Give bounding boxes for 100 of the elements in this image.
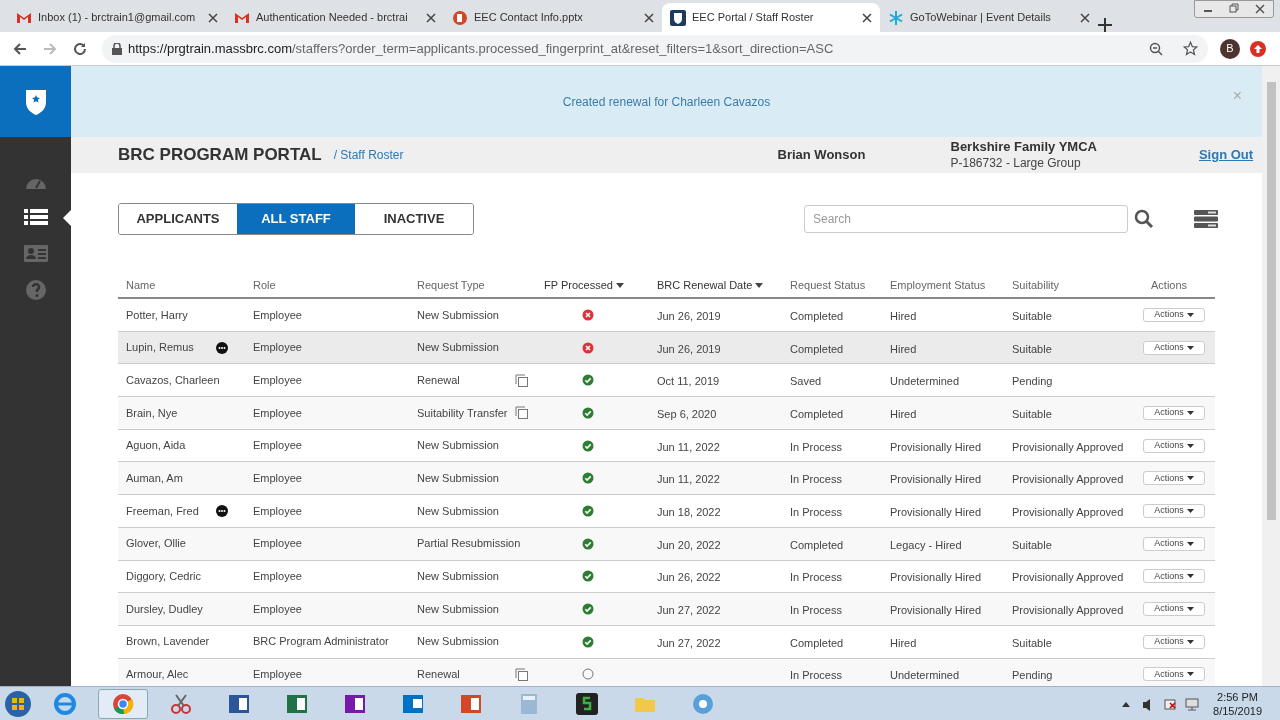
actions-button[interactable]: Actions bbox=[1143, 602, 1205, 617]
search-field[interactable]: Search bbox=[804, 205, 1128, 233]
table-cell: Suitable bbox=[1012, 538, 1052, 551]
actions-button[interactable]: Actions bbox=[1143, 471, 1205, 486]
star-icon[interactable] bbox=[1183, 41, 1198, 56]
table-cell: In Process bbox=[790, 505, 842, 518]
table-cell: Provisionally Approved bbox=[1012, 604, 1124, 617]
app-s-icon[interactable] bbox=[575, 691, 599, 716]
new-tab-icon[interactable] bbox=[1098, 18, 1112, 32]
columns-menu-icon[interactable] bbox=[1194, 210, 1218, 228]
column-header[interactable]: Actions bbox=[1151, 276, 1188, 294]
check-icon bbox=[582, 603, 594, 616]
more-dots-icon[interactable] bbox=[216, 504, 228, 517]
zoom-icon[interactable] bbox=[1149, 41, 1163, 56]
user-name: Brian Wonson bbox=[777, 146, 867, 165]
column-header[interactable]: Employment Status bbox=[890, 276, 986, 294]
view-tab[interactable]: ALL STAFF bbox=[237, 204, 355, 234]
actions-button[interactable]: Actions bbox=[1143, 667, 1205, 682]
table-row[interactable]: Brain, Nye Employee Suitability Transfer Sep 6, 2020 Completed Hired Suitable Actions bbox=[118, 397, 1215, 430]
table-cell-text: Employee bbox=[252, 307, 303, 323]
search-icon[interactable] bbox=[1134, 209, 1154, 229]
reload-icon[interactable] bbox=[72, 40, 88, 57]
table-cell-text: New Submission bbox=[417, 307, 499, 323]
actions-button[interactable]: Actions bbox=[1143, 536, 1205, 551]
check-icon bbox=[582, 504, 594, 517]
close-icon[interactable] bbox=[208, 12, 218, 23]
browser-tab[interactable]: GoToWebinar | Event Details bbox=[880, 3, 1098, 32]
error-icon bbox=[582, 341, 594, 354]
copy-icon[interactable] bbox=[515, 406, 528, 420]
table-cell: Pending bbox=[1012, 375, 1053, 388]
table-cell: Provisionally Hired bbox=[890, 571, 982, 584]
table-cell-text: Employee bbox=[252, 536, 303, 552]
actions-button[interactable]: Actions bbox=[1143, 634, 1205, 649]
close-icon[interactable] bbox=[862, 12, 872, 23]
actions-button[interactable]: Actions bbox=[1143, 569, 1205, 584]
browser-tab[interactable]: Authentication Needed - brctrai bbox=[226, 3, 444, 32]
table-cell: In Process bbox=[790, 473, 842, 486]
table-cell: Jun 26, 2019 bbox=[657, 342, 721, 355]
table-cell-text: Auman, Am bbox=[126, 471, 183, 487]
table-row[interactable]: Auman, Am Employee New Submission Jun 11, 2022 In Process Provisionally Hired Provisionally Approved Actions bbox=[118, 462, 1215, 496]
close-icon[interactable] bbox=[1080, 12, 1090, 23]
address-field[interactable]: https://prgtrain.massbrc.com/staffers?order_term=applicants.processed_fingerprint_at&reset_filters=1&sort_direction=ASC bbox=[102, 34, 1208, 63]
table-cell: Jun 26, 2019 bbox=[657, 309, 721, 322]
back-icon[interactable] bbox=[12, 40, 28, 57]
table-cell-text: Employee bbox=[252, 667, 303, 683]
network-icon[interactable] bbox=[1185, 696, 1200, 711]
table-cell: Jun 11, 2022 bbox=[657, 440, 720, 453]
browser-tab[interactable]: Inbox (1) - brctrain1@gmail.com bbox=[8, 3, 226, 32]
column-header[interactable]: FP Processed bbox=[544, 276, 613, 294]
sort-caret-icon[interactable] bbox=[615, 282, 624, 288]
column-header[interactable]: BRC Renewal Date bbox=[657, 276, 753, 294]
caret-icon bbox=[1186, 639, 1194, 644]
close-icon[interactable] bbox=[644, 12, 654, 23]
table-row[interactable]: Armour, Alec Employee Renewal In Process Undetermined Pending Actions bbox=[118, 658, 1215, 686]
clock-date[interactable]: 8/15/2019 bbox=[1213, 703, 1262, 718]
column-header[interactable]: Role bbox=[253, 276, 276, 294]
more-dots-icon[interactable] bbox=[216, 341, 228, 354]
browser-e-icon[interactable] bbox=[53, 691, 77, 716]
actions-button[interactable]: Actions bbox=[1143, 307, 1205, 322]
table-cell-text: Aguon, Aida bbox=[126, 438, 186, 454]
start-orb-icon[interactable] bbox=[4, 689, 32, 718]
table-cell-text: Suitability Transfer bbox=[417, 405, 508, 421]
check-icon bbox=[582, 537, 594, 550]
table-cell: Hired bbox=[890, 342, 917, 355]
browser-tab[interactable]: EEC Portal / Staff Roster bbox=[662, 3, 880, 32]
browser-tab[interactable]: EEC Contact Info.pptx bbox=[444, 3, 662, 32]
copy-icon[interactable] bbox=[515, 373, 528, 387]
column-header[interactable]: Suitability bbox=[1012, 276, 1060, 294]
actions-button[interactable]: Actions bbox=[1143, 340, 1205, 355]
close-icon[interactable] bbox=[426, 12, 436, 23]
breadcrumb-link[interactable]: / Staff Roster bbox=[333, 146, 404, 164]
update-icon[interactable] bbox=[1250, 40, 1266, 57]
portal-title: BRC PROGRAM PORTAL bbox=[118, 144, 322, 167]
table-row[interactable]: Glover, Ollie Employee Partial Resubmission Jun 20, 2022 Completed Legacy - Hired Suitable Actions bbox=[118, 527, 1215, 561]
sort-caret-icon[interactable] bbox=[755, 282, 764, 288]
table-cell-text: New Submission bbox=[417, 601, 499, 617]
copy-icon[interactable] bbox=[515, 667, 528, 681]
sign-out-link[interactable]: Sign Out bbox=[1198, 145, 1254, 165]
caret-icon bbox=[1186, 607, 1194, 612]
scrollbar-thumb[interactable] bbox=[1266, 82, 1276, 520]
table-cell: Hired bbox=[890, 309, 917, 322]
column-header[interactable]: Request Type bbox=[417, 276, 485, 294]
actions-button[interactable]: Actions bbox=[1143, 503, 1205, 518]
scrollbar[interactable] bbox=[1262, 66, 1280, 686]
chrome-icon[interactable] bbox=[111, 691, 135, 716]
column-header[interactable]: Name bbox=[126, 276, 156, 294]
actions-button[interactable]: Actions bbox=[1143, 438, 1205, 453]
table-cell: Jun 27, 2022 bbox=[657, 636, 721, 649]
table-cell: Jun 11, 2022 bbox=[657, 473, 720, 486]
clock-time[interactable]: 2:56 PM bbox=[1217, 689, 1258, 704]
organization-name: Berkshire Family YMCA bbox=[950, 139, 1097, 155]
table-row[interactable]: Lupin, Remus Employee New Submission Jun 26, 2019 Completed Hired Suitable Actions bbox=[118, 331, 1215, 365]
column-header[interactable]: Request Status bbox=[790, 276, 866, 294]
table-row[interactable]: Dursley, Dudley Employee New Submission Jun 27, 2022 In Process Provisionally Hired Provisionally Approved Actions bbox=[118, 593, 1215, 626]
check-icon bbox=[582, 406, 594, 419]
logo-tile[interactable] bbox=[0, 66, 71, 137]
actions-button[interactable]: Actions bbox=[1143, 405, 1205, 420]
banner-message: Created renewal for Charleen Cavazos bbox=[562, 93, 771, 111]
profile-avatar[interactable]: B bbox=[1220, 38, 1240, 59]
table-cell: Completed bbox=[790, 636, 844, 649]
